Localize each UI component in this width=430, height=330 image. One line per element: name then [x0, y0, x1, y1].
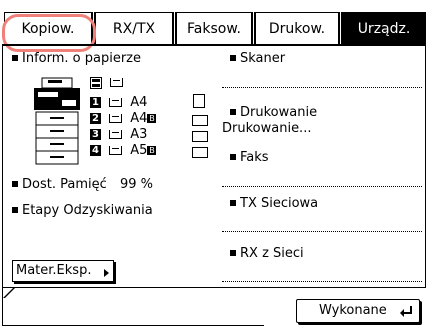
done-button-label: Wykonane	[319, 303, 387, 318]
landscape-orientation-icon	[192, 115, 208, 126]
enter-arrow-icon	[400, 306, 412, 317]
materials-button-label: Mater.Eksp.	[16, 263, 92, 278]
rx-network-item[interactable]: RX z Sieci	[222, 246, 422, 286]
recovery-label: Etapy Odzyskiwania	[22, 203, 153, 218]
tray-icon	[109, 98, 123, 107]
drawer-number: 3	[90, 129, 101, 140]
device-screen: Kopiow. RX/TX Faksow. Drukow. Urządz. In…	[0, 0, 430, 330]
printer-icon	[34, 77, 80, 165]
paper-row: 4 A5 B	[90, 143, 157, 158]
paper-type-badge: B	[147, 114, 157, 123]
paper-row: 3 A3	[90, 127, 147, 142]
tray-icon	[109, 114, 123, 123]
bullet-icon	[230, 199, 236, 206]
divider	[222, 281, 422, 282]
portrait-orientation-icon	[193, 94, 205, 108]
paper-size: A5	[130, 143, 148, 158]
bullet-icon	[12, 206, 18, 213]
tray-icon	[109, 130, 123, 139]
tab-fax-label: Faksow.	[187, 21, 241, 37]
bullet-icon	[230, 249, 236, 256]
arrow-right-icon	[104, 269, 109, 277]
tab-rxtx[interactable]: RX/TX	[95, 12, 173, 44]
printing-status: Drukowanie...	[222, 121, 312, 136]
tab-fax[interactable]: Faksow.	[176, 12, 252, 44]
bullet-icon	[230, 153, 236, 160]
tab-print-label: Drukow.	[268, 21, 326, 37]
fax-item[interactable]: Faks	[222, 150, 422, 190]
drawer-number: 4	[90, 145, 101, 156]
tray-icon	[109, 146, 123, 155]
memory-row: Dost. Pamięć	[12, 177, 107, 192]
divider	[222, 231, 422, 232]
tab-copy-label: Kopiow.	[21, 21, 75, 37]
paper-info-heading: Inform. o papierze	[12, 51, 141, 66]
bullet-icon	[230, 54, 236, 61]
paper-row: 1 A4	[90, 95, 147, 110]
printing-item[interactable]: Drukowanie Drukowanie...	[222, 105, 422, 147]
scanner-item[interactable]: Skaner	[222, 51, 422, 91]
message-area	[2, 288, 264, 326]
rx-network-label: RX z Sieci	[240, 246, 304, 261]
divider	[222, 186, 422, 187]
materials-button[interactable]: Mater.Eksp.	[12, 260, 114, 282]
landscape-orientation-icon	[192, 131, 208, 142]
recovery-row: Etapy Odzyskiwania	[12, 203, 153, 218]
bullet-icon	[12, 54, 18, 61]
bullet-icon	[230, 108, 236, 115]
paper-info-label: Inform. o papierze	[22, 51, 141, 66]
scanner-label: Skaner	[240, 51, 286, 66]
done-button[interactable]: Wykonane	[296, 299, 420, 323]
tray-icon	[110, 78, 124, 87]
paper-size: A4	[130, 111, 148, 126]
memory-value: 99 %	[120, 177, 154, 192]
tab-print[interactable]: Drukow.	[255, 12, 339, 44]
drawer-number: 2	[90, 113, 101, 124]
paper-type-badge: B	[147, 146, 157, 155]
tab-device-label: Urządz.	[357, 21, 411, 37]
bypass-tray-row	[90, 75, 127, 90]
landscape-orientation-icon	[192, 147, 208, 158]
divider	[222, 87, 422, 88]
paper-size: A3	[130, 127, 148, 142]
bullet-icon	[12, 180, 18, 187]
tx-network-item[interactable]: TX Sieciowa	[222, 196, 422, 236]
tab-copy[interactable]: Kopiow.	[4, 12, 92, 44]
tab-device[interactable]: Urządz.	[342, 12, 426, 44]
printing-label: Drukowanie	[240, 105, 318, 120]
fax-label: Faks	[240, 150, 269, 165]
drawer-number: 1	[90, 97, 101, 108]
tx-network-label: TX Sieciowa	[240, 196, 319, 211]
bypass-tray-icon	[90, 76, 102, 89]
paper-row: 2 A4 B	[90, 111, 157, 126]
memory-label: Dost. Pamięć	[22, 177, 107, 192]
tab-rxtx-label: RX/TX	[112, 21, 156, 37]
paper-size: A4	[130, 95, 148, 110]
